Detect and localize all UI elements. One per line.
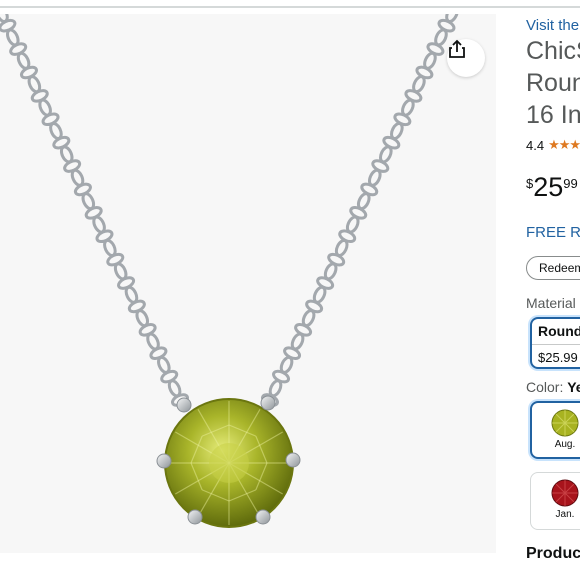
share-button[interactable]	[447, 39, 485, 77]
rating[interactable]: 4.4 ★★★	[526, 137, 580, 153]
necklace-image[interactable]	[0, 14, 496, 553]
swatch-label: Jan.	[555, 509, 575, 520]
price-fraction: 99	[563, 176, 578, 191]
rating-value: 4.4	[526, 137, 545, 153]
section-heading: Produc	[526, 545, 580, 562]
free-returns-link[interactable]: FREE Ret	[526, 224, 580, 241]
product-details: Visit the ChicS Roun 16 In 4.4 ★★★ $ 25 …	[526, 0, 580, 580]
product-title-line: Roun	[526, 69, 580, 97]
color-swatch-jan[interactable]: Jan.	[530, 472, 580, 530]
top-divider	[0, 6, 580, 8]
redeem-label: Redeem	[539, 261, 580, 275]
material-option-price: $25.99	[538, 350, 578, 365]
color-label-text: Color:	[526, 379, 568, 395]
material-label: Material	[526, 295, 576, 311]
product-title-line: 16 In	[526, 101, 580, 129]
gemstone-pendant	[156, 395, 301, 528]
visit-store-link[interactable]: Visit the	[526, 17, 579, 34]
peridot-swatch-icon	[551, 409, 579, 437]
redeem-button[interactable]: Redeem	[526, 256, 580, 280]
price: $ 25 99	[526, 172, 578, 202]
material-option-name: Round	[538, 323, 580, 339]
garnet-swatch-icon	[551, 479, 579, 507]
share-icon	[449, 39, 465, 58]
star-rating-icon: ★★★	[548, 137, 580, 152]
necklace-chain	[0, 14, 459, 407]
color-selected-value: Ye	[567, 379, 580, 395]
price-whole: 25	[533, 172, 564, 202]
material-option-divider	[532, 344, 580, 345]
product-image-gallery[interactable]	[0, 14, 496, 553]
material-option-round[interactable]: Round $25.99	[530, 317, 580, 369]
color-swatch-aug[interactable]: Aug.	[530, 401, 580, 459]
swatch-label: Aug.	[554, 439, 576, 450]
price-symbol: $	[526, 176, 534, 191]
product-title-line: ChicS	[526, 37, 580, 65]
color-label: Color: Ye	[526, 379, 580, 395]
